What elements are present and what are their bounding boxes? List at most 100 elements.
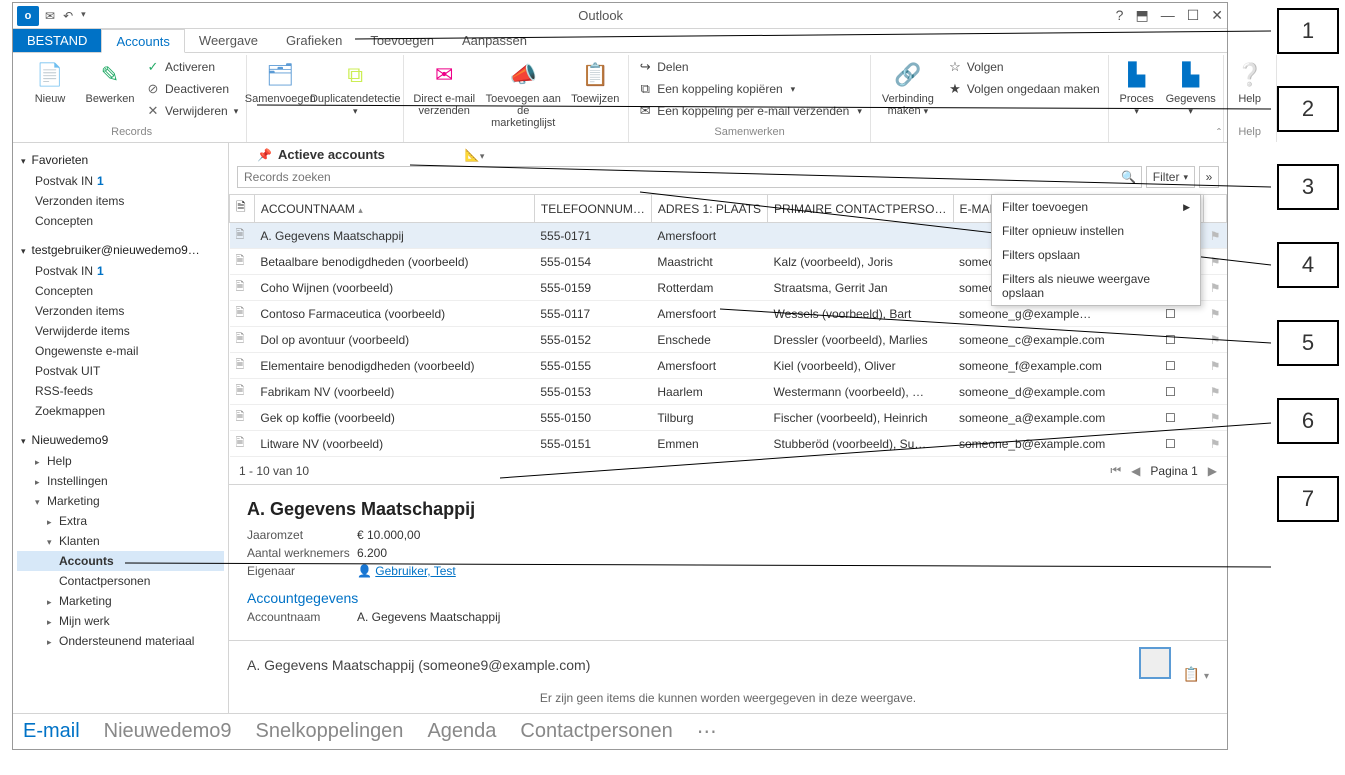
- nav-group-nieuwedemo9[interactable]: Nieuwedemo9: [17, 429, 224, 451]
- col-flag[interactable]: [1204, 195, 1227, 223]
- cell-flag[interactable]: ⚑: [1204, 379, 1227, 405]
- proces-button[interactable]: ▙Proces▾: [1115, 57, 1159, 117]
- deactiveren-button[interactable]: ⊘Deactiveren: [143, 79, 240, 99]
- table-row[interactable]: 🗎Litware NV (voorbeeld)555-0151EmmenStub…: [230, 431, 1227, 457]
- verbinding-button[interactable]: 🔗Verbinding maken ▾: [877, 57, 939, 117]
- direct-email-button[interactable]: ✉Direct e-mail verzenden: [410, 57, 478, 117]
- cell-flag[interactable]: ⚑: [1204, 249, 1227, 275]
- pager-next-icon[interactable]: ▶: [1208, 464, 1217, 478]
- chevron-down-icon[interactable]: ▾: [1204, 671, 1209, 682]
- cell-flag[interactable]: ⚑: [1204, 301, 1227, 327]
- cell-checkbox[interactable]: ☐: [1159, 431, 1182, 457]
- cell-checkbox[interactable]: ☐: [1159, 327, 1182, 353]
- filter-menu-save-as-view[interactable]: Filters als nieuwe weergave opslaan: [992, 267, 1200, 305]
- nav-item[interactable]: Postvak IN1: [17, 261, 224, 281]
- pager-first-icon[interactable]: ⏮: [1110, 463, 1121, 478]
- footer-snelkoppelingen[interactable]: Snelkoppelingen: [256, 720, 404, 743]
- nav-item[interactable]: Zoekmappen: [17, 401, 224, 421]
- cell-checkbox[interactable]: ☐: [1159, 353, 1182, 379]
- close-icon[interactable]: ✕: [1211, 7, 1223, 24]
- volgen-button[interactable]: ☆Volgen: [945, 57, 1102, 77]
- footer-agenda[interactable]: Agenda: [427, 720, 496, 743]
- collapse-ribbon-icon[interactable]: ˆ: [1217, 126, 1221, 140]
- tab-bestand[interactable]: BESTAND: [13, 29, 101, 52]
- nav-item[interactable]: Concepten: [17, 281, 224, 301]
- filter-button[interactable]: Filter ▾: [1146, 166, 1195, 188]
- duplicaten-button[interactable]: ⧉Duplicatendetectie▾: [313, 57, 397, 117]
- table-row[interactable]: 🗎Gek op koffie (voorbeeld)555-0150Tilbur…: [230, 405, 1227, 431]
- qat-undo-icon[interactable]: ↶: [63, 9, 73, 23]
- tab-grafieken[interactable]: Grafieken: [272, 29, 356, 52]
- tab-accounts[interactable]: Accounts: [101, 29, 184, 53]
- tab-toevoegen[interactable]: Toevoegen: [356, 29, 448, 52]
- nieuw-button[interactable]: 📄 Nieuw: [23, 57, 77, 105]
- footer-nieuwedemo9[interactable]: Nieuwedemo9: [104, 720, 232, 743]
- search-icon[interactable]: 🔍: [1117, 170, 1141, 184]
- gegevens-button[interactable]: ▙Gegevens▾: [1165, 57, 1217, 117]
- nav-item[interactable]: Marketing: [17, 491, 224, 511]
- footer-more-icon[interactable]: ⋯: [697, 719, 717, 744]
- tab-weergave[interactable]: Weergave: [185, 29, 272, 52]
- cell-flag[interactable]: ⚑: [1204, 405, 1227, 431]
- search-box[interactable]: 🔍: [237, 166, 1142, 188]
- cell-flag[interactable]: ⚑: [1204, 223, 1227, 249]
- nav-item[interactable]: Verwijderde items: [17, 321, 224, 341]
- nav-item[interactable]: Mijn werk: [17, 611, 224, 631]
- koppeling-kopieren-button[interactable]: ⧉Een koppeling kopiëren▾: [635, 79, 864, 99]
- ribbon-options-icon[interactable]: ⬒: [1135, 7, 1148, 24]
- delen-button[interactable]: ↪Delen: [635, 57, 864, 77]
- nav-item[interactable]: Verzonden items: [17, 191, 224, 211]
- activeren-button[interactable]: ✓Activeren: [143, 57, 240, 77]
- cell-flag[interactable]: ⚑: [1204, 353, 1227, 379]
- nav-item[interactable]: Postvak UIT: [17, 361, 224, 381]
- maximize-icon[interactable]: ☐: [1187, 7, 1200, 24]
- col-accountnaam[interactable]: ACCOUNTNAAM ▴: [254, 195, 534, 223]
- filter-menu-save[interactable]: Filters opslaan: [992, 243, 1200, 267]
- filter-menu-reset[interactable]: Filter opnieuw instellen: [992, 219, 1200, 243]
- nav-item[interactable]: Marketing: [17, 591, 224, 611]
- col-contact[interactable]: PRIMAIRE CONTACTPERSO…: [768, 195, 953, 223]
- nav-item[interactable]: Ondersteunend materiaal: [17, 631, 224, 651]
- filter-menu-add[interactable]: Filter toevoegen▶: [992, 195, 1200, 219]
- expand-button[interactable]: »: [1199, 166, 1219, 188]
- pager-prev-icon[interactable]: ◀: [1131, 464, 1140, 478]
- nav-group-account[interactable]: testgebruiker@nieuwedemo9…: [17, 239, 224, 261]
- qat-send-receive-icon[interactable]: ✉: [45, 9, 55, 23]
- nav-item[interactable]: Instellingen: [17, 471, 224, 491]
- nav-item[interactable]: Ongewenste e-mail: [17, 341, 224, 361]
- col-plaats[interactable]: ADRES 1: PLAATS: [651, 195, 767, 223]
- view-dropdown-icon[interactable]: 📐▾: [465, 148, 484, 162]
- nav-item[interactable]: Verzonden items: [17, 301, 224, 321]
- table-row[interactable]: 🗎Fabrikam NV (voorbeeld)555-0153HaarlemW…: [230, 379, 1227, 405]
- cell-flag[interactable]: ⚑: [1204, 327, 1227, 353]
- footer-contactpersonen[interactable]: Contactpersonen: [520, 720, 672, 743]
- col-icon[interactable]: 🗎: [230, 195, 255, 223]
- nav-group-favorieten[interactable]: Favorieten: [17, 149, 224, 171]
- nav-item[interactable]: Accounts: [17, 551, 224, 571]
- tab-aanpassen[interactable]: Aanpassen: [448, 29, 541, 52]
- help-icon[interactable]: ?: [1116, 7, 1124, 24]
- volgen-ongedaan-button[interactable]: ★Volgen ongedaan maken: [945, 79, 1102, 99]
- nav-item[interactable]: Help: [17, 451, 224, 471]
- cell-checkbox[interactable]: ☐: [1159, 379, 1182, 405]
- nav-item[interactable]: Postvak IN1: [17, 171, 224, 191]
- search-input[interactable]: [238, 170, 1117, 184]
- clipboard-icon[interactable]: 📋: [1183, 666, 1200, 682]
- nav-item[interactable]: Extra: [17, 511, 224, 531]
- koppeling-email-button[interactable]: ✉Een koppeling per e-mail verzenden▾: [635, 101, 864, 121]
- cell-flag[interactable]: ⚑: [1204, 275, 1227, 301]
- nav-item[interactable]: Klanten: [17, 531, 224, 551]
- samenvoegen-button[interactable]: 🗂Samenvoegen: [253, 57, 307, 105]
- col-telefoon[interactable]: TELEFOONNUM…: [534, 195, 651, 223]
- pin-icon[interactable]: 📌: [257, 148, 272, 162]
- verwijderen-button[interactable]: ✕Verwijderen▾: [143, 101, 240, 121]
- minimize-icon[interactable]: —: [1161, 7, 1175, 24]
- table-row[interactable]: 🗎Dol op avontuur (voorbeeld)555-0152Ensc…: [230, 327, 1227, 353]
- table-row[interactable]: 🗎Elementaire benodigdheden (voorbeeld)55…: [230, 353, 1227, 379]
- nav-item[interactable]: RSS-feeds: [17, 381, 224, 401]
- cell-flag[interactable]: ⚑: [1204, 431, 1227, 457]
- toewijzen-button[interactable]: 📋Toewijzen: [568, 57, 622, 105]
- cell-checkbox[interactable]: ☐: [1159, 405, 1182, 431]
- detail-value[interactable]: 👤 Gebruiker, Test: [357, 564, 456, 578]
- marketinglijst-button[interactable]: 📣Toevoegen aan de marketinglijst: [484, 57, 562, 129]
